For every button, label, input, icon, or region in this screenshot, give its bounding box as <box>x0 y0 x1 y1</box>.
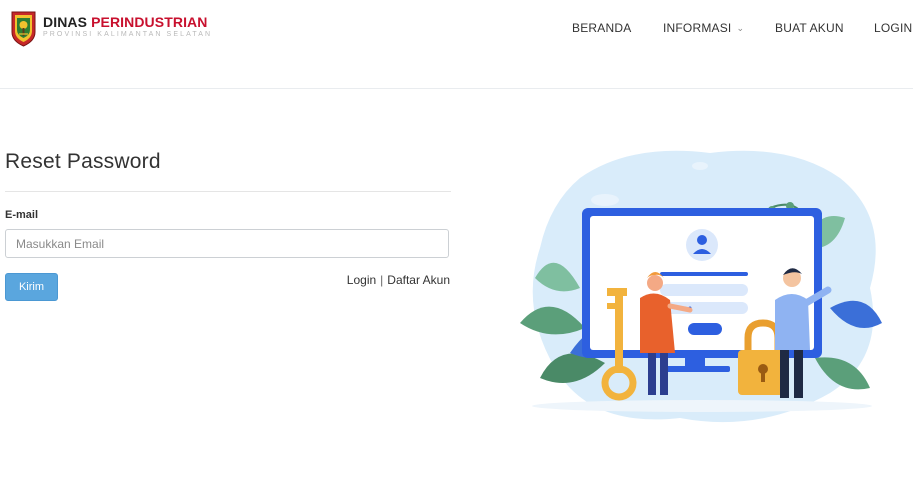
login-security-illustration <box>520 150 882 423</box>
divider <box>5 191 451 192</box>
email-label: E-mail <box>5 209 39 221</box>
nav-item-label: BERANDA <box>572 21 632 35</box>
brand-title-part2: PERINDUSTRIAN <box>91 14 208 30</box>
nav-item-informasi[interactable]: INFORMASI ⌄ <box>663 21 744 35</box>
send-button[interactable]: Kirim <box>5 273 58 301</box>
brand-title-part1: DINAS <box>43 14 88 30</box>
province-emblem-logo[interactable] <box>10 10 37 47</box>
nav-item-label: BUAT AKUN <box>775 21 844 35</box>
nav-item-buat-akun[interactable]: BUAT AKUN <box>775 21 844 35</box>
chevron-down-icon: ⌄ <box>736 23 745 33</box>
nav-item-label: INFORMASI <box>663 21 732 35</box>
link-separator: | <box>380 273 384 287</box>
brand-title[interactable]: DINAS PERINDUSTRIAN <box>43 14 207 30</box>
login-link[interactable]: Login <box>347 273 376 287</box>
nav-item-label: LOGIN <box>874 21 913 35</box>
account-links: Login | Daftar Akun <box>347 273 450 287</box>
nav-item-beranda[interactable]: BERANDA <box>572 21 631 35</box>
email-field[interactable] <box>5 229 449 258</box>
header: DINAS PERINDUSTRIAN PROVINSI KALIMANTAN … <box>0 0 913 89</box>
nav-item-login[interactable]: LOGIN <box>874 21 912 35</box>
brand-subtitle: PROVINSI KALIMANTAN SELATAN <box>43 31 213 38</box>
page-title: Reset Password <box>5 150 161 173</box>
register-link[interactable]: Daftar Akun <box>387 273 450 287</box>
